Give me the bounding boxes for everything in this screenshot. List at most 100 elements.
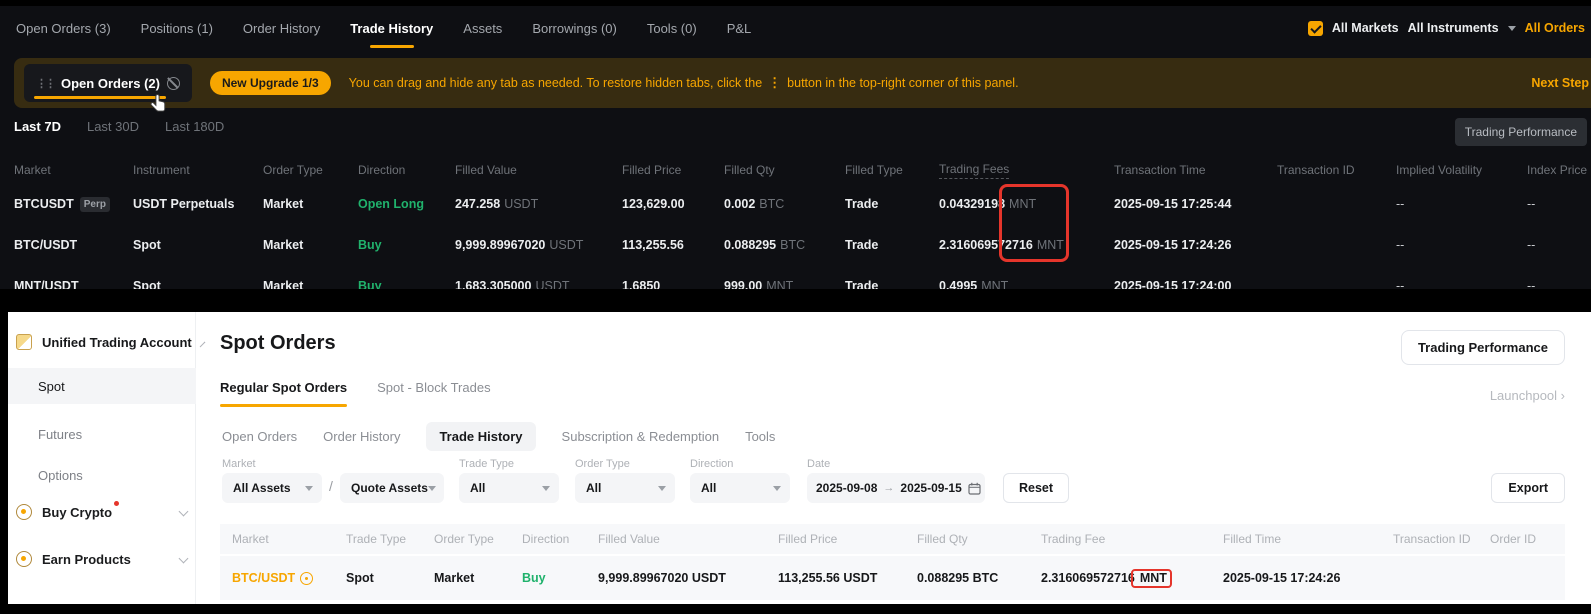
base-asset-select[interactable]: All Assets xyxy=(222,473,322,503)
all-instruments-dropdown[interactable]: All Instruments xyxy=(1408,21,1499,35)
tab-p-l[interactable]: P&L xyxy=(727,6,752,50)
index-price-cell: -- xyxy=(1527,238,1591,252)
order-type-value: All xyxy=(586,481,601,495)
all-markets-checkbox[interactable] xyxy=(1308,21,1323,36)
drag-handle-icon[interactable]: ⋮⋮ xyxy=(36,77,54,90)
token-info-icon xyxy=(300,572,313,585)
column-header-transaction-id: Transaction ID xyxy=(1277,163,1396,177)
direction-cell: Buy xyxy=(358,238,455,252)
trade-table-body: BTCUSDTPerpUSDT PerpetualsMarketOpen Lon… xyxy=(0,183,1591,289)
column-header-transaction-id: Transaction ID xyxy=(1393,532,1490,546)
quote-asset-select[interactable]: Quote Assets xyxy=(340,473,444,503)
order-type-cell: Market xyxy=(263,197,358,211)
column-header-filled-price: Filled Price xyxy=(778,532,917,546)
top-tab-bar: Open Orders (3) Positions (1) Order Histor… xyxy=(16,6,751,50)
column-header-market: Market xyxy=(232,532,346,546)
market-symbol: MNT/USDT xyxy=(14,279,79,290)
index-price-cell: -- xyxy=(1527,197,1591,211)
all-markets-label: All Markets xyxy=(1332,21,1399,35)
sidebar-root-label: Unified Trading Account xyxy=(42,335,192,350)
order-type-cell: Market xyxy=(263,279,358,290)
order-type-filter-label: Order Type xyxy=(575,458,630,470)
tab-trade-history[interactable]: Trade History xyxy=(350,6,433,50)
order-type-select[interactable]: All xyxy=(575,473,675,503)
chevron-down-icon xyxy=(658,486,666,491)
notification-dot xyxy=(114,501,119,506)
trade-type-select[interactable]: All xyxy=(459,473,559,503)
filled-time-cell: 2025-09-15 17:24:26 xyxy=(1223,571,1393,585)
date-range-picker[interactable]: 2025-09-08 → 2025-09-15 xyxy=(807,473,985,503)
hide-tab-icon[interactable] xyxy=(167,77,180,90)
trading-fees-cell: 0.4995MNT xyxy=(939,279,1114,290)
calendar-icon xyxy=(968,482,981,495)
open-orders-chip[interactable]: ⋮⋮ Open Orders (2) xyxy=(24,64,192,102)
unified-account-icon xyxy=(16,334,32,350)
sidebar-item-futures[interactable]: Futures xyxy=(8,416,196,452)
sidebar-item-unified-trading-account[interactable]: Unified Trading Account xyxy=(16,330,187,354)
reset-button[interactable]: Reset xyxy=(1003,473,1069,503)
time-filter-last-30d[interactable]: Last 30D xyxy=(87,119,139,134)
index-price-cell: -- xyxy=(1527,279,1591,290)
chevron-down-icon xyxy=(179,506,189,516)
filled-value-cell: 9,999.89967020 USDT xyxy=(598,571,778,585)
time-filter-last-7d[interactable]: Last 7D xyxy=(14,119,61,134)
market-symbol: BTC/USDT xyxy=(232,571,295,585)
trading-performance-button-top[interactable]: Trading Performance xyxy=(1455,118,1587,146)
subtab-order-history[interactable]: Order History xyxy=(323,429,400,444)
chevron-down-icon xyxy=(305,486,313,491)
filled-value-cell: 1,683.305000USDT xyxy=(455,279,622,290)
filled-value-cell: 247.258USDT xyxy=(455,197,622,211)
filled-qty-cell: 0.088295 BTC xyxy=(917,571,1041,585)
direction-cell: Open Long xyxy=(358,197,455,211)
buy-crypto-icon xyxy=(16,504,32,520)
perp-badge: Perp xyxy=(80,197,110,212)
instrument-cell: USDT Perpetuals xyxy=(133,197,263,211)
sidebar-item-options[interactable]: Options xyxy=(8,457,196,493)
subtab-open-orders[interactable]: Open Orders xyxy=(222,429,297,444)
subtab-subscription-redemption[interactable]: Subscription & Redemption xyxy=(562,429,720,444)
tab-tools-0[interactable]: Tools (0) xyxy=(647,6,697,50)
column-header-direction: Direction xyxy=(522,532,598,546)
tab-assets[interactable]: Assets xyxy=(463,6,502,50)
market-symbol: BTCUSDT xyxy=(14,197,74,211)
banner-message-after: button in the top-right corner of this p… xyxy=(787,76,1018,90)
sidebar-item-spot[interactable]: Spot xyxy=(8,368,196,404)
column-header-instrument: Instrument xyxy=(133,163,263,177)
tab-borrowings-0[interactable]: Borrowings (0) xyxy=(532,6,617,50)
trading-fee-cell: 2.316069572716MNT xyxy=(1041,571,1223,585)
time-filter-last-180d[interactable]: Last 180D xyxy=(165,119,224,134)
subtab-trade-history[interactable]: Trade History xyxy=(426,422,535,451)
filled-value-cell: 9,999.89967020USDT xyxy=(455,238,622,252)
column-header-market: Market xyxy=(14,163,133,177)
trade-type-filter-label: Trade Type xyxy=(459,458,514,470)
order-type-cell: Market xyxy=(263,238,358,252)
subtab-tools[interactable]: Tools xyxy=(745,429,775,444)
export-button[interactable]: Export xyxy=(1491,473,1565,503)
launchpool-link[interactable]: Launchpool › xyxy=(1490,388,1565,403)
chevron-down-icon xyxy=(1508,26,1516,31)
kebab-menu-icon: ⋮ xyxy=(768,75,781,91)
tab-positions-1[interactable]: Positions (1) xyxy=(141,6,213,50)
next-step-button[interactable]: Next Step xyxy=(1531,76,1589,90)
quote-asset-value: Quote Assets xyxy=(351,481,428,495)
chevron-down-icon xyxy=(179,553,189,563)
direction-select[interactable]: All xyxy=(690,473,790,503)
column-header-trade-type: Trade Type xyxy=(346,532,434,546)
column-header-order-type: Order Type xyxy=(263,163,358,177)
tab-regular-spot-orders[interactable]: Regular Spot Orders xyxy=(220,380,347,407)
filled-qty-cell: 0.002BTC xyxy=(724,197,845,211)
tab-order-history[interactable]: Order History xyxy=(243,6,320,50)
sidebar-item-earn-products[interactable]: Earn Products xyxy=(16,547,187,571)
chevron-down-icon xyxy=(428,486,436,491)
filled-price-cell: 113,255.56 xyxy=(622,238,724,252)
filled-qty-cell: 0.088295BTC xyxy=(724,238,845,252)
trading-performance-button-bottom[interactable]: Trading Performance xyxy=(1401,330,1565,365)
all-orders-link[interactable]: All Orders xyxy=(1525,21,1585,35)
tab-spot-block-trades[interactable]: Spot - Block Trades xyxy=(377,380,490,407)
column-header-trading-fee: Trading Fee xyxy=(1041,532,1223,546)
sidebar: Unified Trading Account Spot Futures Optio… xyxy=(8,312,196,604)
trading-fees-cell: 0.04329198MNT xyxy=(939,197,1114,211)
sidebar-item-buy-crypto[interactable]: Buy Crypto xyxy=(16,500,187,524)
tab-open-orders-3[interactable]: Open Orders (3) xyxy=(16,6,111,50)
filled-type-cell: Trade xyxy=(845,197,939,211)
